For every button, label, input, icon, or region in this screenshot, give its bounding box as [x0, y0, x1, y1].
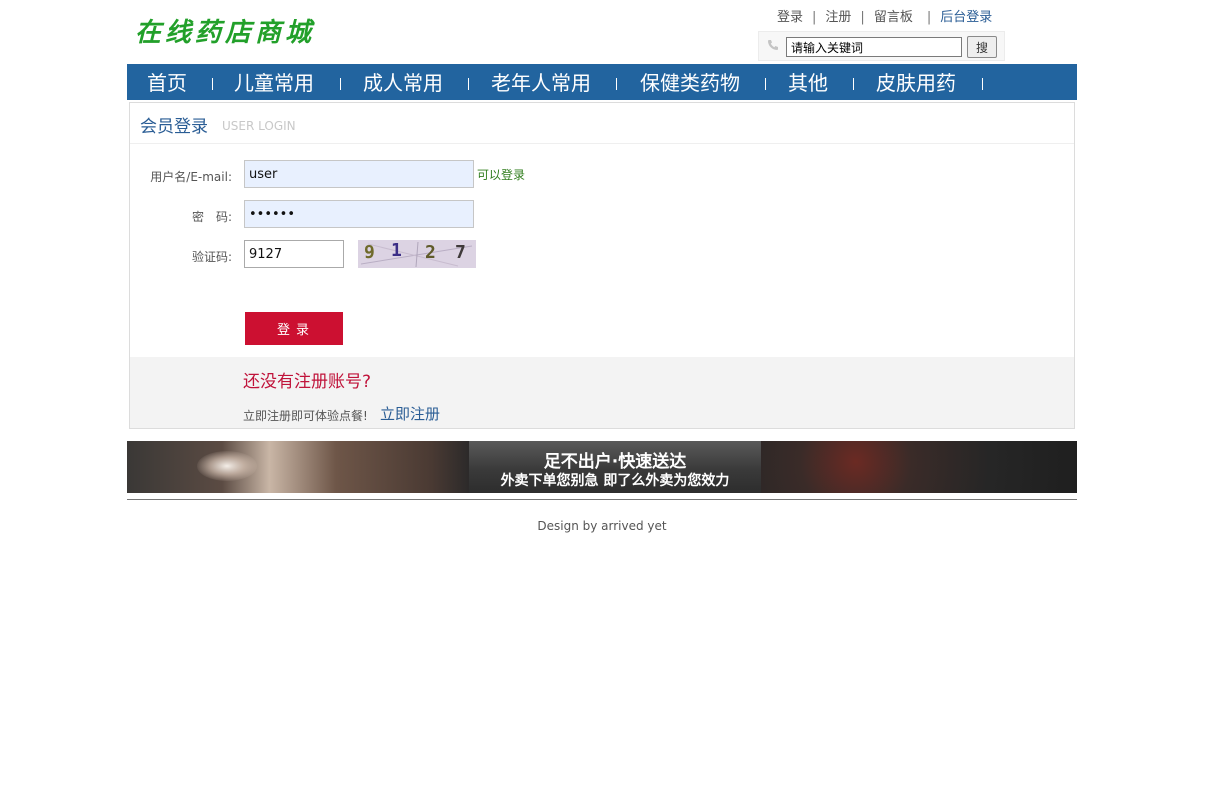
nav-separator	[212, 78, 213, 90]
top-link-separator: |	[860, 10, 865, 25]
captcha-digit: 1	[391, 240, 402, 261]
nav-item-children[interactable]: 儿童常用	[234, 64, 314, 100]
nav-separator	[982, 78, 983, 90]
nav-item-elderly[interactable]: 老年人常用	[491, 64, 591, 100]
password-input[interactable]	[244, 200, 474, 228]
main-nav: 首页 儿童常用 成人常用 老年人常用 保健类药物 其他 皮肤用药	[127, 64, 1077, 100]
search-input[interactable]	[786, 37, 962, 57]
banner-headline: 足不出户·快速送达	[543, 452, 687, 472]
footer-credit: Design by arrived yet	[537, 519, 667, 533]
password-label: 密 码:	[191, 210, 232, 224]
register-area: 还没有注册账号? 立即注册即可体验点餐! 立即注册	[130, 357, 1074, 428]
captcha-label: 验证码:	[191, 250, 232, 264]
footer-divider	[127, 499, 1077, 500]
register-link[interactable]: 立即注册	[380, 403, 440, 424]
captcha-image[interactable]: 9 1 2 7	[358, 240, 476, 268]
login-button[interactable]: 登录	[245, 312, 343, 345]
nav-separator	[468, 78, 469, 90]
nav-separator	[853, 78, 854, 90]
register-title: 还没有注册账号?	[243, 372, 372, 392]
username-input[interactable]	[244, 160, 474, 188]
top-link-separator: |	[812, 10, 817, 25]
register-text: 立即注册即可体验点餐!	[243, 409, 368, 423]
nav-item-adults[interactable]: 成人常用	[363, 64, 443, 100]
banner-light	[197, 451, 257, 481]
captcha-input[interactable]	[244, 240, 344, 268]
phone-icon	[767, 39, 779, 51]
top-link-admin-login[interactable]: 后台登录	[940, 6, 992, 25]
nav-item-other[interactable]: 其他	[788, 64, 828, 100]
search-bar: 搜	[758, 31, 1005, 61]
username-status: 可以登录	[477, 168, 526, 182]
top-link-separator: |	[926, 10, 932, 25]
top-link-login[interactable]: 登录	[777, 6, 803, 25]
site-logo[interactable]: 在线药店商城	[135, 12, 315, 49]
nav-item-home[interactable]: 首页	[147, 64, 187, 100]
nav-item-skin[interactable]: 皮肤用药	[876, 64, 956, 100]
captcha-digit: 7	[455, 242, 466, 263]
nav-item-health-care[interactable]: 保健类药物	[640, 64, 740, 100]
login-panel: 会员登录 USER LOGIN 用户名/E-mail: 可以登录 密 码: 验证…	[129, 102, 1075, 429]
nav-separator	[765, 78, 766, 90]
nav-separator	[616, 78, 617, 90]
banner-subline: 外卖下单您别急 即了么外卖为您效力	[500, 473, 730, 489]
captcha-digit: 2	[425, 242, 436, 263]
captcha-digit: 9	[364, 242, 375, 263]
banner-right	[761, 441, 1077, 493]
login-title: 会员登录	[140, 117, 208, 137]
top-link-message-board[interactable]: 留言板	[874, 6, 913, 25]
nav-separator	[340, 78, 341, 90]
panel-divider	[130, 143, 1074, 144]
promo-banner[interactable]: 足不出户·快速送达 外卖下单您别急 即了么外卖为您效力	[127, 441, 1077, 493]
top-link-register[interactable]: 注册	[825, 6, 851, 25]
username-label: 用户名/E-mail:	[150, 170, 232, 184]
login-subtitle: USER LOGIN	[222, 119, 296, 133]
top-links: 登录 | 注册 | 留言板 | 后台登录	[777, 6, 1007, 25]
search-button[interactable]: 搜	[967, 36, 997, 58]
